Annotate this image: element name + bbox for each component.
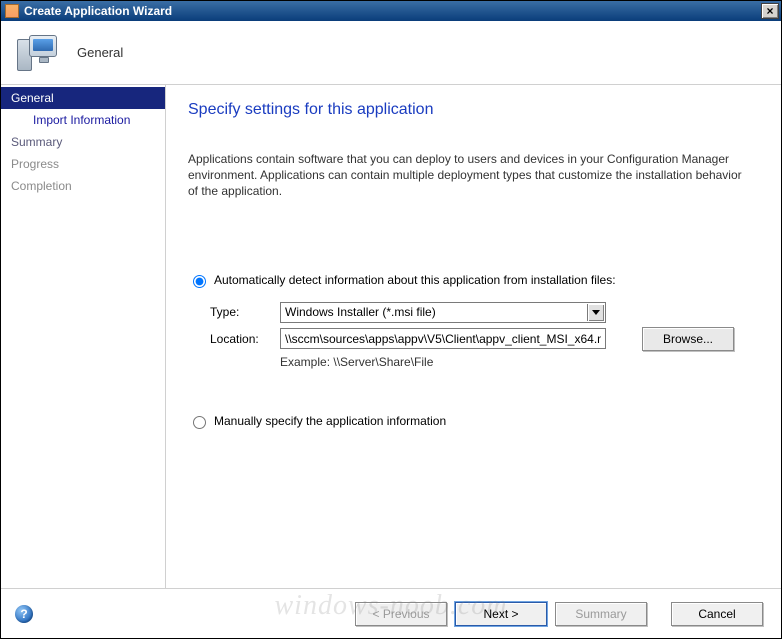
wizard-content: Specify settings for this application Ap…: [166, 85, 781, 588]
next-button[interactable]: Next >: [455, 602, 547, 626]
auto-fields: Type: Windows Installer (*.msi file) Loc…: [210, 302, 759, 369]
help-icon[interactable]: ?: [15, 605, 33, 623]
radio-manual-input[interactable]: [193, 416, 206, 429]
intro-text: Applications contain software that you c…: [188, 151, 748, 200]
close-button[interactable]: ×: [761, 3, 779, 19]
wizard-sidebar: General Import Information Summary Progr…: [1, 85, 166, 588]
titlebar: Create Application Wizard ×: [1, 1, 781, 21]
radio-auto-detect[interactable]: Automatically detect information about t…: [188, 272, 759, 288]
type-label: Type:: [210, 305, 280, 319]
radio-auto-label: Automatically detect information about t…: [214, 273, 616, 287]
type-value: Windows Installer (*.msi file): [285, 305, 436, 319]
location-input[interactable]: [280, 328, 606, 349]
row-location: Location: Browse...: [210, 327, 759, 351]
location-example: Example: \\Server\Share\File: [280, 355, 759, 369]
radio-auto-input[interactable]: [193, 275, 206, 288]
wizard-header: General: [1, 21, 781, 85]
app-icon: [5, 4, 19, 18]
sidebar-item-import-info[interactable]: Import Information: [1, 109, 165, 131]
summary-button: Summary: [555, 602, 647, 626]
sidebar-item-summary[interactable]: Summary: [1, 131, 165, 153]
sidebar-item-general[interactable]: General: [1, 87, 165, 109]
previous-button: < Previous: [355, 602, 447, 626]
row-type: Type: Windows Installer (*.msi file): [210, 302, 759, 323]
wizard-window: Create Application Wizard × General Gene…: [0, 0, 782, 639]
browse-button[interactable]: Browse...: [642, 327, 734, 351]
location-label: Location:: [210, 332, 280, 346]
page-heading: Specify settings for this application: [188, 101, 759, 119]
sidebar-item-progress: Progress: [1, 153, 165, 175]
sidebar-item-completion: Completion: [1, 175, 165, 197]
radio-manual-label: Manually specify the application informa…: [214, 414, 446, 428]
cancel-button[interactable]: Cancel: [671, 602, 763, 626]
type-select[interactable]: Windows Installer (*.msi file): [280, 302, 606, 323]
radio-manual[interactable]: Manually specify the application informa…: [188, 413, 759, 429]
wizard-body: General Import Information Summary Progr…: [1, 85, 781, 588]
close-icon: ×: [766, 4, 773, 18]
chevron-down-icon[interactable]: [587, 304, 604, 321]
page-title: General: [77, 45, 123, 60]
wizard-footer: ? < Previous Next > Summary Cancel: [1, 588, 781, 638]
window-title: Create Application Wizard: [24, 4, 761, 18]
computer-icon: [15, 31, 59, 75]
